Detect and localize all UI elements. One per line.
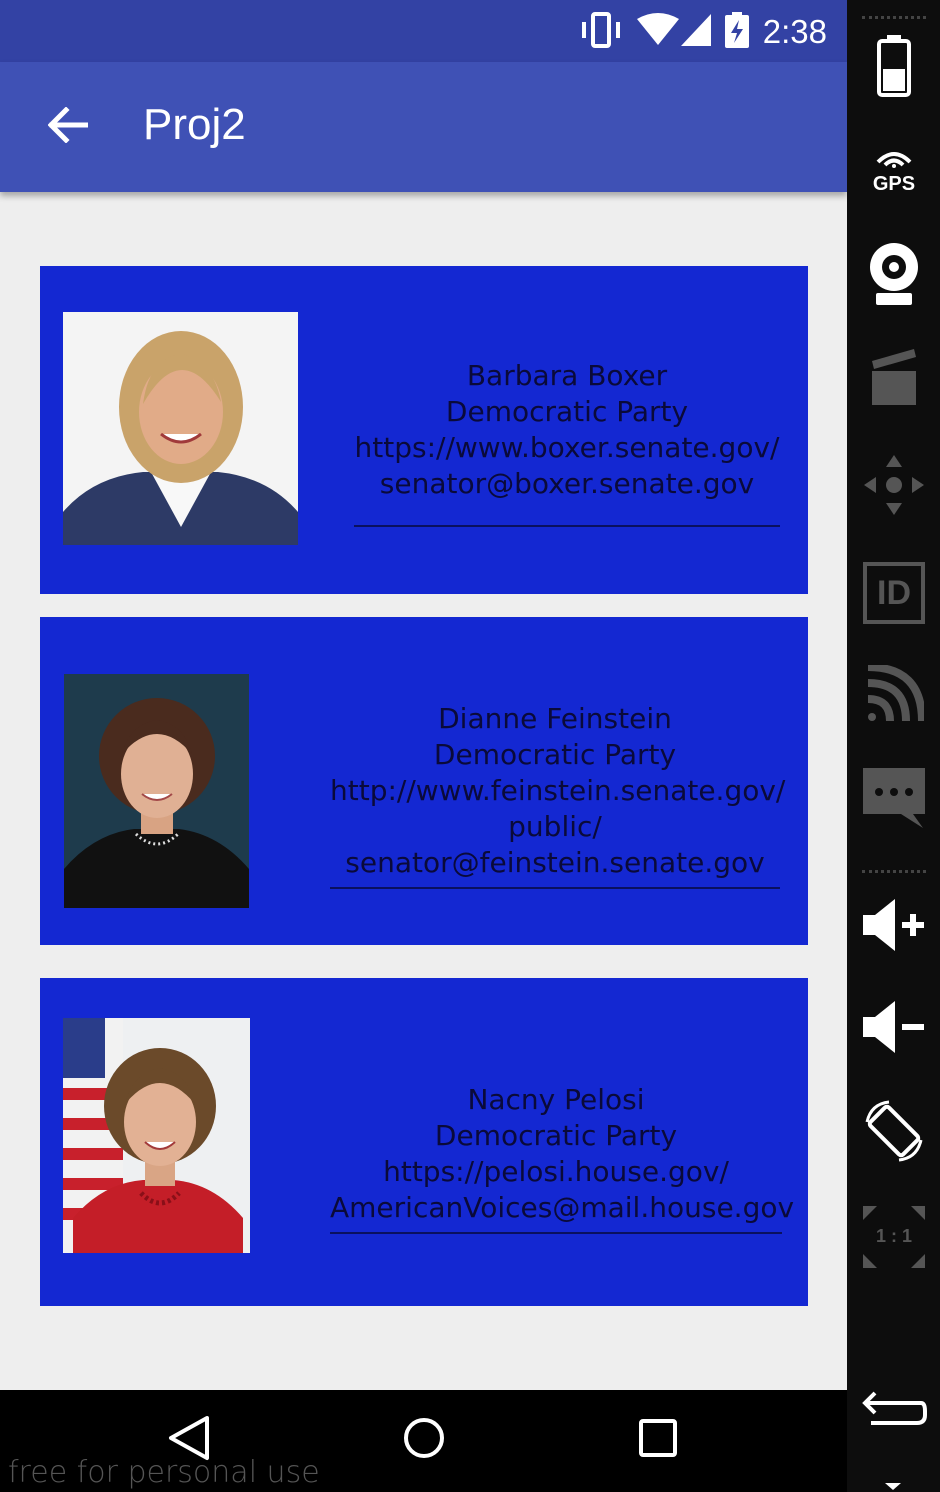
id-icon: ID <box>863 562 925 624</box>
undo-icon <box>861 1387 927 1432</box>
back-button[interactable] <box>40 102 96 152</box>
representative-website-link[interactable]: https://www.boxer.senate.gov/ <box>340 430 794 466</box>
representative-info: Dianne Feinstein Democratic Party http:/… <box>330 701 785 881</box>
signal-icon <box>680 13 711 51</box>
representative-party: Democratic Party <box>434 1119 678 1152</box>
representative-name: Barbara Boxer <box>466 359 668 392</box>
info-divider <box>330 1232 782 1234</box>
cast-icon <box>864 662 926 730</box>
info-divider <box>354 525 780 527</box>
representative-name: Nacny Pelosi <box>467 1083 645 1116</box>
scale-icon: 1 : 1 <box>861 1204 927 1270</box>
volume-up-icon <box>861 897 927 958</box>
screenrecord-button[interactable] <box>857 342 931 416</box>
cast-button[interactable] <box>857 660 931 734</box>
representative-info: Barbara Boxer Democratic Party https://w… <box>340 358 794 502</box>
gps-button[interactable]: GPS <box>857 134 931 208</box>
portrait-dianne-feinstein <box>64 674 249 908</box>
status-bar: 2:38 <box>0 0 847 62</box>
wifi-icon <box>636 12 679 52</box>
representative-info: Nacny Pelosi Democratic Party https://pe… <box>330 1082 794 1226</box>
portrait-nancy-pelosi <box>63 1018 250 1253</box>
scale-button[interactable]: 1 : 1 <box>857 1200 931 1274</box>
home-circle-icon <box>402 1416 446 1465</box>
info-divider <box>330 887 780 889</box>
gps-label: GPS <box>872 173 916 195</box>
representative-name: Dianne Feinstein <box>438 702 672 735</box>
representative-party: Democratic Party <box>433 738 677 771</box>
representative-card[interactable]: Barbara Boxer Democratic Party https://w… <box>40 266 808 594</box>
panel-divider <box>862 16 926 20</box>
phone-screen: 2:38 Proj2 Barbara Boxer Democratic Part… <box>0 0 847 1390</box>
representative-card[interactable]: Nacny Pelosi Democratic Party https://pe… <box>40 978 808 1306</box>
chevron-down-icon[interactable] <box>883 1478 903 1492</box>
volume-up-button[interactable] <box>857 890 931 964</box>
dpad-icon <box>860 451 928 524</box>
nav-home-button[interactable] <box>389 1410 459 1470</box>
id-button[interactable]: ID <box>857 556 931 630</box>
undo-button[interactable] <box>857 1372 931 1446</box>
status-icons: 2:38 <box>579 10 827 54</box>
representative-card[interactable]: Dianne Feinstein Democratic Party http:/… <box>40 617 808 945</box>
volume-down-button[interactable] <box>857 992 931 1066</box>
recents-square-icon <box>638 1418 678 1463</box>
rotate-icon <box>861 1098 927 1169</box>
representative-website-link[interactable]: https://pelosi.house.gov/ <box>330 1154 782 1190</box>
vibrate-icon <box>579 10 623 55</box>
battery-icon <box>876 33 912 102</box>
clapperboard-icon <box>868 347 920 412</box>
status-clock: 2:38 <box>762 13 827 50</box>
scale-label: 1 : 1 <box>875 1226 913 1246</box>
arrow-back-icon <box>47 105 89 148</box>
sms-button[interactable] <box>857 762 931 836</box>
webcam-icon <box>866 239 922 312</box>
representative-website-link[interactable]: http://www.feinstein.senate.gov/ <box>330 773 785 809</box>
app-title: Proj2 <box>143 100 246 149</box>
nav-recents-button[interactable] <box>623 1410 693 1470</box>
representative-party: Democratic Party <box>445 395 689 428</box>
watermark-text: free for personal use <box>8 1455 320 1490</box>
gps-icon <box>874 146 914 173</box>
representative-website-link-continued[interactable]: public/ <box>330 809 780 845</box>
sms-icon <box>861 764 927 835</box>
dpad-button[interactable] <box>857 450 931 524</box>
app-bar: Proj2 <box>0 62 847 192</box>
representative-email-link[interactable]: AmericanVoices@mail.house.gov <box>330 1190 794 1226</box>
volume-down-icon <box>861 999 927 1060</box>
representative-email-link[interactable]: senator@boxer.senate.gov <box>340 466 794 502</box>
representative-email-link[interactable]: senator@feinstein.senate.gov <box>330 845 780 881</box>
webcam-button[interactable] <box>857 238 931 312</box>
emulator-side-panel: GPS ID 1: 1 <box>847 0 940 1492</box>
portrait-barbara-boxer <box>63 312 298 545</box>
panel-divider <box>862 870 926 874</box>
battery-button[interactable] <box>857 30 931 104</box>
battery-charging-icon <box>724 11 749 53</box>
rotate-button[interactable] <box>857 1096 931 1170</box>
